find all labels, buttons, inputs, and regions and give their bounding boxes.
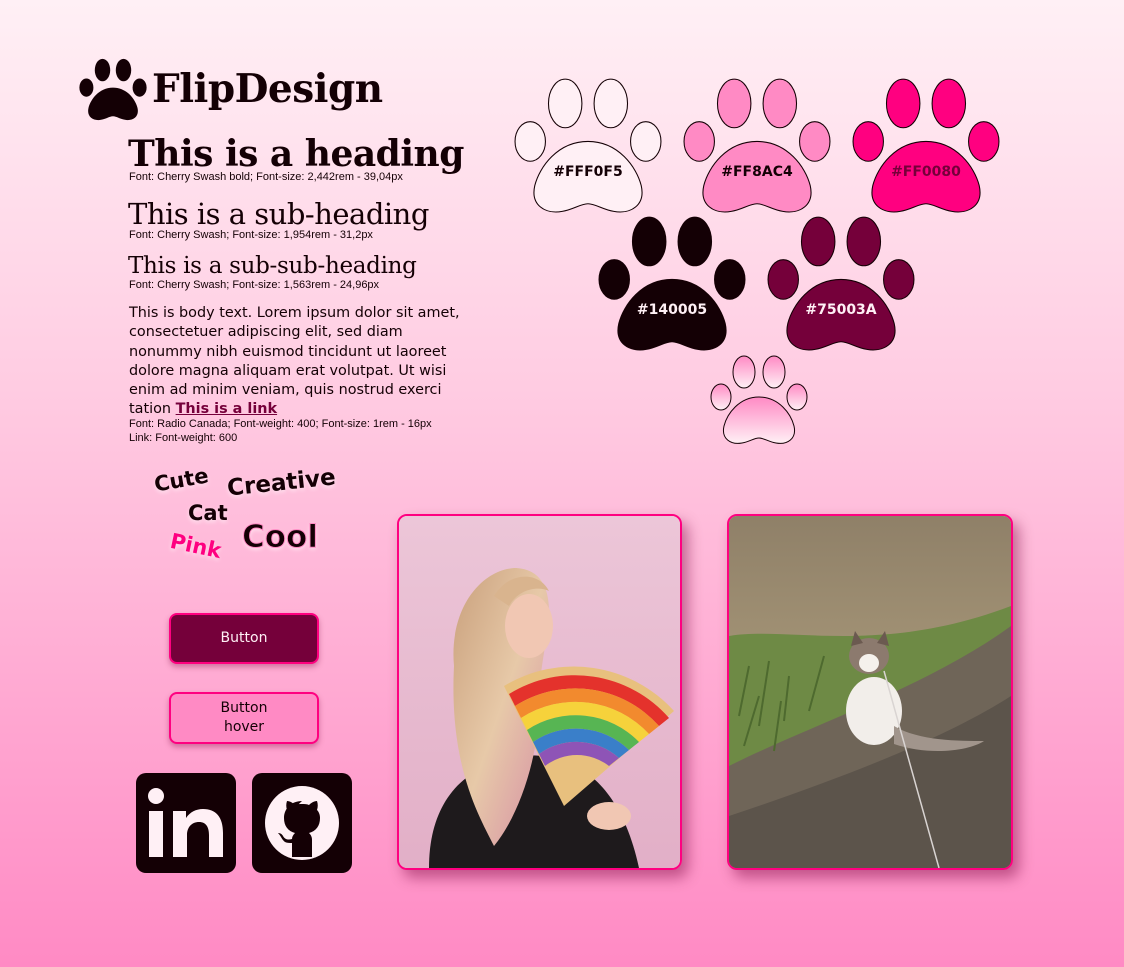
linkedin-link[interactable] — [136, 773, 236, 873]
heading-note: Font: Cherry Swash bold; Font-size: 2,44… — [129, 171, 403, 183]
github-icon — [265, 786, 339, 860]
subheading-note: Font: Cherry Swash; Font-size: 1,954rem … — [129, 229, 373, 241]
swatch-hex-label: #140005 — [636, 302, 708, 318]
link-note: Link: Font-weight: 600 — [129, 432, 238, 444]
word-cool: Cool — [242, 519, 319, 556]
linkedin-icon — [148, 788, 223, 857]
palette-swatch: #75003A — [765, 211, 917, 354]
word-cat: Cat — [188, 501, 228, 525]
github-link[interactable] — [252, 773, 352, 873]
paw-icon — [598, 216, 746, 351]
primary-button[interactable]: Button — [169, 613, 319, 664]
paw-icon — [514, 78, 662, 213]
sample-link[interactable]: This is a link — [176, 401, 277, 417]
hover-button[interactable]: Button hover — [169, 692, 319, 744]
paw-icon — [683, 78, 831, 213]
sample-subheading: This is a sub-heading — [128, 197, 429, 231]
brand-logo: FlipDesign — [78, 56, 383, 122]
sample-heading: This is a heading — [128, 133, 464, 175]
palette-swatch: #140005 — [596, 211, 748, 354]
hover-button-line-1: Button — [220, 700, 268, 716]
hover-button-label: Button hover — [221, 699, 268, 737]
word-pink: Pink — [168, 528, 224, 564]
brand-name: FlipDesign — [152, 66, 383, 112]
palette-swatch: #FF8AC4 — [681, 73, 833, 216]
word-creative: Creative — [225, 464, 337, 502]
swatch-hex-label: #FFF0F5 — [553, 164, 623, 180]
swatch-hex-label: #75003A — [805, 302, 877, 318]
swatch-hex-label: #FF0080 — [891, 164, 961, 180]
gradient-paw-icon — [710, 355, 808, 444]
hover-button-line-2: hover — [223, 719, 265, 735]
portrait-photo — [397, 514, 682, 870]
cat-photo — [727, 514, 1013, 870]
palette-swatch: #FF0080 — [850, 73, 1002, 216]
swatch-hex-label: #FF8AC4 — [721, 164, 793, 180]
paw-icon — [79, 58, 147, 121]
subsubheading-note: Font: Cherry Swash; Font-size: 1,563rem … — [129, 279, 380, 291]
sample-subsubheading: This is a sub-sub-heading — [128, 253, 417, 279]
primary-button-label: Button — [220, 630, 268, 646]
body-note: Font: Radio Canada; Font-weight: 400; Fo… — [129, 418, 432, 430]
palette-swatch: #FFF0F5 — [512, 73, 664, 216]
sample-body-text: This is body text. Lorem ipsum dolor sit… — [129, 304, 479, 420]
paw-icon — [767, 216, 915, 351]
paw-icon — [852, 78, 1000, 213]
word-cute: Cute — [152, 463, 211, 497]
